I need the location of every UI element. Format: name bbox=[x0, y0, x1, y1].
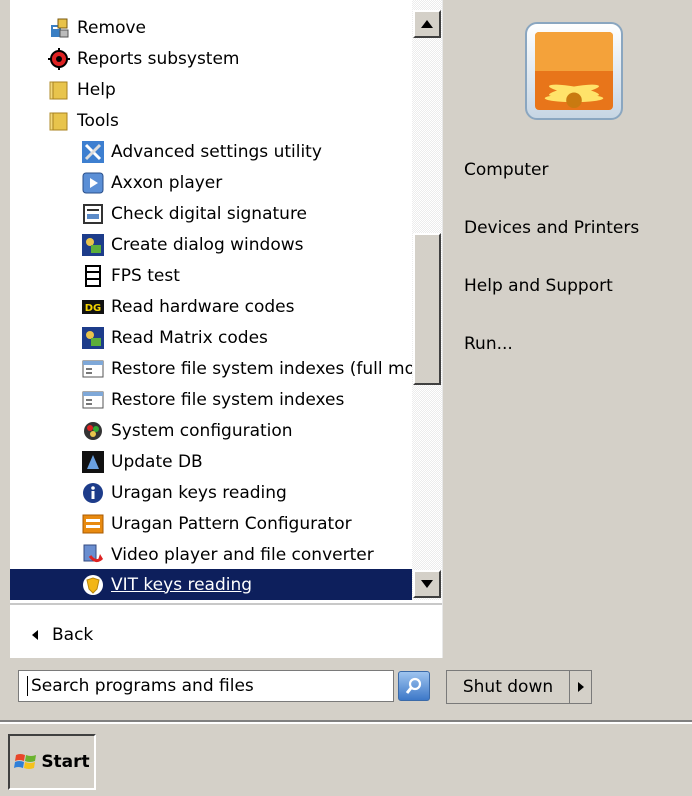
system-config-icon bbox=[82, 420, 104, 442]
link-computer[interactable]: Computer bbox=[464, 160, 549, 180]
program-item-uragan-keys-reading[interactable]: Uragan keys reading bbox=[82, 477, 287, 508]
search-icon bbox=[405, 677, 422, 694]
program-label: Tools bbox=[77, 110, 119, 131]
program-item-update-db[interactable]: Update DB bbox=[82, 446, 203, 477]
program-item-restore-indexes-full[interactable]: Restore file system indexes (full mod bbox=[82, 353, 412, 384]
back-label: Back bbox=[52, 625, 94, 645]
matrix-icon bbox=[82, 326, 104, 349]
program-item-remove[interactable]: Remove bbox=[48, 12, 146, 43]
program-item-fps-test[interactable]: FPS test bbox=[82, 260, 180, 291]
folder-icon bbox=[48, 110, 70, 132]
user-avatar[interactable] bbox=[525, 22, 623, 120]
program-item-reports-subsystem[interactable]: Reports subsystem bbox=[48, 43, 240, 74]
pattern-icon bbox=[82, 513, 104, 535]
scroll-up-button[interactable] bbox=[413, 10, 441, 38]
link-help-support[interactable]: Help and Support bbox=[464, 276, 613, 296]
start-label: Start bbox=[41, 752, 90, 772]
programs-pane: Remove Reports subsystem Help Tools Adva bbox=[10, 0, 442, 658]
program-item-read-matrix-codes[interactable]: Read Matrix codes bbox=[82, 322, 268, 353]
program-item-system-configuration[interactable]: System configuration bbox=[82, 415, 293, 446]
vit-shield-icon bbox=[82, 574, 104, 596]
search-input[interactable]: Search programs and files bbox=[18, 670, 394, 702]
remove-icon bbox=[48, 17, 70, 39]
player-icon bbox=[82, 172, 104, 194]
search-strip: Search programs and files Shut down bbox=[0, 658, 692, 720]
scroll-down-button[interactable] bbox=[413, 570, 441, 598]
folder-icon bbox=[48, 79, 70, 101]
wrench-screwdriver-icon bbox=[82, 140, 104, 163]
program-label: Restore file system indexes (full mod bbox=[111, 358, 412, 379]
search-button[interactable] bbox=[398, 671, 430, 701]
scroll-thumb[interactable] bbox=[413, 233, 441, 385]
arrow-up-icon bbox=[421, 20, 433, 28]
chevron-right-icon bbox=[577, 682, 584, 692]
reports-icon bbox=[48, 47, 70, 70]
update-db-icon bbox=[82, 450, 104, 473]
info-icon bbox=[82, 482, 104, 504]
program-label: FPS test bbox=[111, 265, 180, 286]
program-item-restore-indexes[interactable]: Restore file system indexes bbox=[82, 384, 344, 415]
back-arrow-icon bbox=[32, 630, 38, 640]
program-item-uragan-pattern-configurator[interactable]: Uragan Pattern Configurator bbox=[82, 508, 352, 539]
shutdown-label: Shut down bbox=[462, 677, 554, 697]
program-item-vit-keys-reading[interactable]: VIT keys reading bbox=[10, 569, 412, 600]
program-label: Restore file system indexes bbox=[111, 389, 345, 410]
program-label: Uragan Pattern Configurator bbox=[111, 513, 352, 534]
program-label: System configuration bbox=[111, 420, 293, 441]
program-label: Help bbox=[77, 79, 116, 100]
svg-text:DG: DG bbox=[85, 303, 102, 314]
video-converter-icon bbox=[82, 544, 104, 566]
separator bbox=[10, 603, 442, 605]
back-button[interactable]: Back bbox=[32, 620, 93, 650]
taskbar: Start bbox=[0, 722, 692, 796]
windows-logo-icon bbox=[14, 754, 37, 769]
program-label: Remove bbox=[77, 17, 146, 38]
dialog-icon bbox=[82, 233, 104, 256]
program-item-axxon-player[interactable]: Axxon player bbox=[82, 167, 222, 198]
right-pane: Computer Devices and Printers Help and S… bbox=[442, 0, 692, 658]
search-placeholder: Search programs and files bbox=[31, 676, 254, 696]
program-item-read-hardware-codes[interactable]: DG Read hardware codes bbox=[82, 291, 294, 322]
program-label: Uragan keys reading bbox=[111, 482, 287, 503]
link-devices-printers[interactable]: Devices and Printers bbox=[464, 218, 639, 238]
program-item-check-digital-signature[interactable]: Check digital signature bbox=[82, 198, 307, 229]
link-run[interactable]: Run... bbox=[464, 334, 513, 354]
program-label: Update DB bbox=[111, 451, 203, 472]
program-label: Axxon player bbox=[111, 172, 223, 193]
program-item-help[interactable]: Help bbox=[48, 74, 116, 105]
program-item-video-player-converter[interactable]: Video player and file converter bbox=[82, 539, 374, 570]
program-label: Reports subsystem bbox=[77, 48, 240, 69]
shutdown-button[interactable]: Shut down bbox=[446, 670, 570, 704]
program-label: Advanced settings utility bbox=[111, 141, 322, 162]
window-icon bbox=[82, 389, 104, 411]
program-label: VIT keys reading bbox=[111, 574, 253, 595]
program-item-advanced-settings-utility[interactable]: Advanced settings utility bbox=[82, 136, 322, 167]
program-item-create-dialog-windows[interactable]: Create dialog windows bbox=[82, 229, 304, 260]
program-label: Read hardware codes bbox=[111, 296, 295, 317]
program-label: Create dialog windows bbox=[111, 234, 304, 255]
programs-scrollbar[interactable] bbox=[412, 0, 442, 600]
arrow-down-icon bbox=[421, 580, 433, 588]
start-button[interactable]: Start bbox=[8, 734, 96, 790]
film-icon bbox=[82, 264, 104, 287]
programs-list: Remove Reports subsystem Help Tools Adva bbox=[10, 0, 412, 600]
program-label: Check digital signature bbox=[111, 203, 308, 224]
program-item-tools[interactable]: Tools bbox=[48, 105, 119, 136]
window-icon bbox=[82, 358, 104, 380]
program-label: Read Matrix codes bbox=[111, 327, 268, 348]
text-caret bbox=[27, 676, 28, 696]
program-label: Video player and file converter bbox=[111, 544, 374, 565]
hardware-codes-icon: DG bbox=[82, 296, 104, 318]
signature-icon bbox=[82, 203, 104, 225]
flower-picture-icon bbox=[535, 32, 613, 110]
shutdown-options-button[interactable] bbox=[570, 670, 592, 704]
